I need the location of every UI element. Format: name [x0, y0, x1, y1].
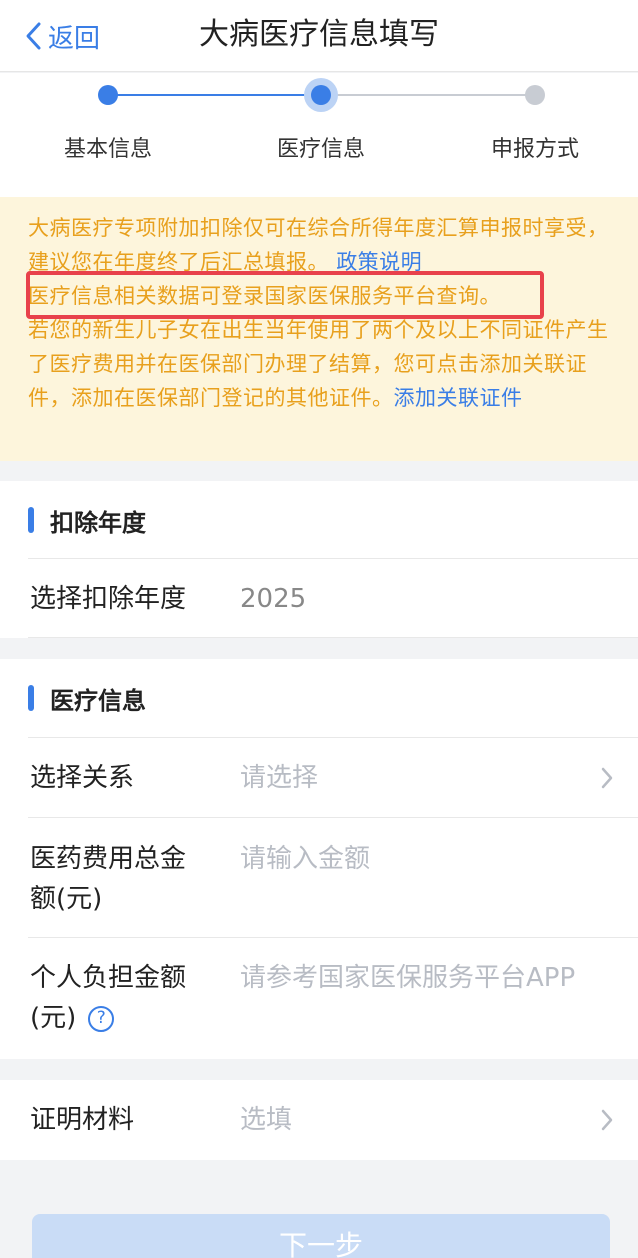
divider — [28, 737, 638, 738]
add-linked-id-link[interactable]: 添加关联证件 — [394, 386, 523, 410]
highlight-box — [26, 271, 544, 319]
step-dot-basic-info — [98, 85, 118, 105]
nav-bar: 返回 大病医疗信息填写 — [0, 0, 638, 72]
chevron-right-icon[interactable] — [600, 766, 614, 790]
personal-amount-label-line2: (元) — [30, 1003, 77, 1033]
step-label-declare-method: 申报方式 — [490, 137, 579, 162]
year-select[interactable]: 2025 — [240, 579, 306, 619]
relation-select[interactable]: 请选择 — [240, 758, 318, 798]
proof-label: 证明材料 — [30, 1105, 135, 1135]
step-label-basic-info: 基本信息 — [63, 137, 152, 162]
personal-amount-label: 个人负担金额 (元)? — [30, 958, 186, 1038]
section-bar — [28, 507, 34, 533]
section-header-medical: 医疗信息 — [28, 659, 146, 737]
notice-text-1: 大病医疗专项附加扣除仅可在综合所得年度汇算申报时享受，建议您在年度终了后汇总填报… — [28, 216, 609, 274]
total-amount-input[interactable]: 请输入金额 — [240, 839, 370, 879]
section-title: 扣除年度 — [50, 508, 146, 537]
section-title: 医疗信息 — [50, 686, 146, 715]
divider — [28, 558, 638, 559]
divider — [28, 937, 638, 938]
step-dot-medical-info — [311, 85, 331, 105]
proof-materials-card[interactable]: 证明材料 选填 — [0, 1080, 638, 1160]
section-bar — [28, 685, 34, 711]
step-label-medical-info: 医疗信息 — [276, 137, 365, 162]
step-dot-declare-method — [525, 85, 545, 105]
step-connector-done — [108, 94, 321, 96]
notice-banner: 大病医疗专项附加扣除仅可在综合所得年度汇算申报时享受，建议您在年度终了后汇总填报… — [0, 197, 638, 461]
section-header-deduction: 扣除年度 — [28, 481, 146, 559]
proof-select[interactable]: 选填 — [240, 1100, 292, 1140]
personal-amount-input[interactable]: 请参考国家医保服务平台APP — [240, 958, 604, 998]
page-title: 大病医疗信息填写 — [199, 17, 439, 52]
total-amount-label-line2: 额(元) — [30, 884, 103, 914]
relation-label: 选择关系 — [30, 763, 135, 793]
next-button[interactable]: 下一步 — [32, 1214, 610, 1258]
personal-amount-label-line1: 个人负担金额 — [30, 963, 187, 993]
help-icon[interactable]: ? — [88, 1005, 115, 1032]
total-amount-label: 医药费用总金 额(元) — [30, 839, 186, 919]
divider — [28, 637, 638, 638]
divider — [28, 817, 638, 818]
chevron-right-icon[interactable] — [600, 1108, 614, 1132]
progress-stepper: 基本信息 医疗信息 申报方式 — [0, 73, 638, 197]
deduction-year-card: 扣除年度 选择扣除年度 2025 — [0, 481, 638, 638]
year-label: 选择扣除年度 — [30, 584, 187, 614]
step-connector-todo — [321, 94, 535, 96]
total-amount-label-line1: 医药费用总金 — [30, 844, 187, 874]
medical-info-card: 医疗信息 选择关系 请选择 医药费用总金 额(元) 请输入金额 个人负担金额 (… — [0, 659, 638, 1059]
